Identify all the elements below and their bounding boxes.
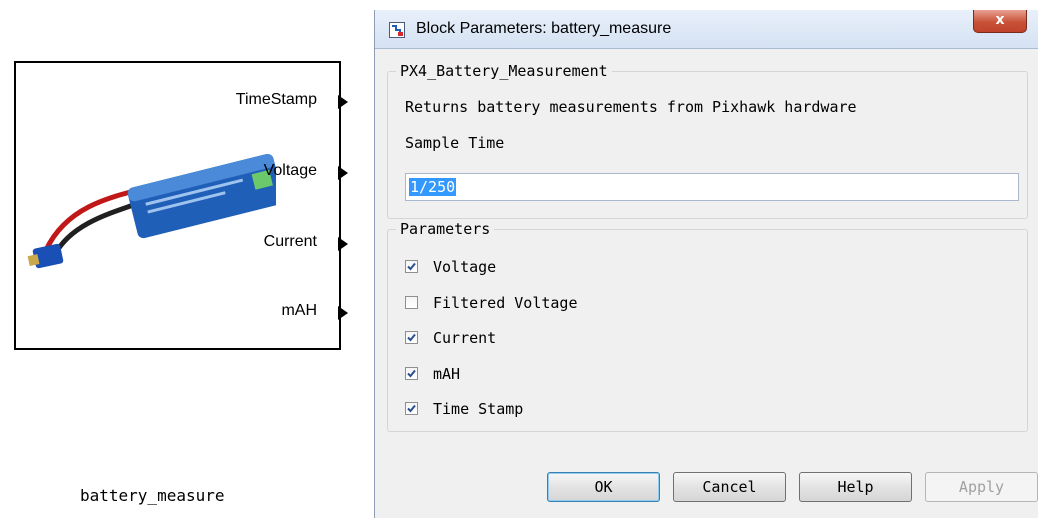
port-label-current: Current bbox=[263, 233, 317, 250]
sample-time-input[interactable]: 1/250 bbox=[405, 173, 1019, 201]
port-label-voltage: Voltage bbox=[263, 162, 317, 179]
checked-checkbox-icon[interactable] bbox=[405, 260, 418, 273]
output-port-arrow-icon[interactable] bbox=[337, 165, 349, 181]
parameter-checkbox-label: Current bbox=[433, 329, 497, 347]
checked-checkbox-icon[interactable] bbox=[405, 402, 418, 415]
battery-image bbox=[27, 153, 276, 269]
block-type-title: PX4_Battery_Measurement bbox=[396, 62, 612, 80]
port-label-mah: mAH bbox=[281, 302, 317, 319]
unchecked-checkbox-icon[interactable] bbox=[405, 296, 418, 309]
parameters-title: Parameters bbox=[396, 220, 495, 238]
block-name-label[interactable]: battery_measure bbox=[80, 486, 225, 505]
checked-checkbox-icon[interactable] bbox=[405, 331, 418, 344]
simulink-app-icon bbox=[389, 22, 405, 38]
sample-time-value: 1/250 bbox=[409, 178, 457, 196]
ok-button[interactable]: OK bbox=[547, 472, 660, 502]
parameter-checkbox-label: Time Stamp bbox=[433, 400, 524, 418]
output-port-arrow-icon[interactable] bbox=[337, 305, 349, 321]
output-port-arrow-icon[interactable] bbox=[337, 236, 349, 252]
parameter-checkbox-label: Filtered Voltage bbox=[433, 294, 578, 312]
cancel-button[interactable]: Cancel bbox=[673, 472, 786, 502]
simulink-block[interactable]: TimeStamp Voltage Current mAH bbox=[14, 61, 348, 350]
parameter-checkbox-label: Voltage bbox=[433, 258, 497, 276]
port-label-timestamp: TimeStamp bbox=[235, 91, 317, 108]
block-description: Returns battery measurements from Pixhaw… bbox=[405, 98, 857, 116]
parameter-checkbox-label: mAH bbox=[433, 365, 461, 383]
block-parameters-dialog: Block Parameters: battery_measure x PX4_… bbox=[374, 10, 1038, 518]
dialog-titlebar[interactable]: Block Parameters: battery_measure x bbox=[375, 10, 1038, 49]
apply-button[interactable]: Apply bbox=[925, 472, 1038, 502]
help-button[interactable]: Help bbox=[799, 472, 912, 502]
close-icon: x bbox=[995, 12, 1005, 28]
checked-checkbox-icon[interactable] bbox=[405, 367, 418, 380]
sample-time-label: Sample Time bbox=[405, 134, 505, 152]
close-button[interactable]: x bbox=[973, 10, 1027, 33]
output-port-arrow-icon[interactable] bbox=[337, 94, 349, 110]
dialog-title: Block Parameters: battery_measure bbox=[416, 20, 672, 37]
